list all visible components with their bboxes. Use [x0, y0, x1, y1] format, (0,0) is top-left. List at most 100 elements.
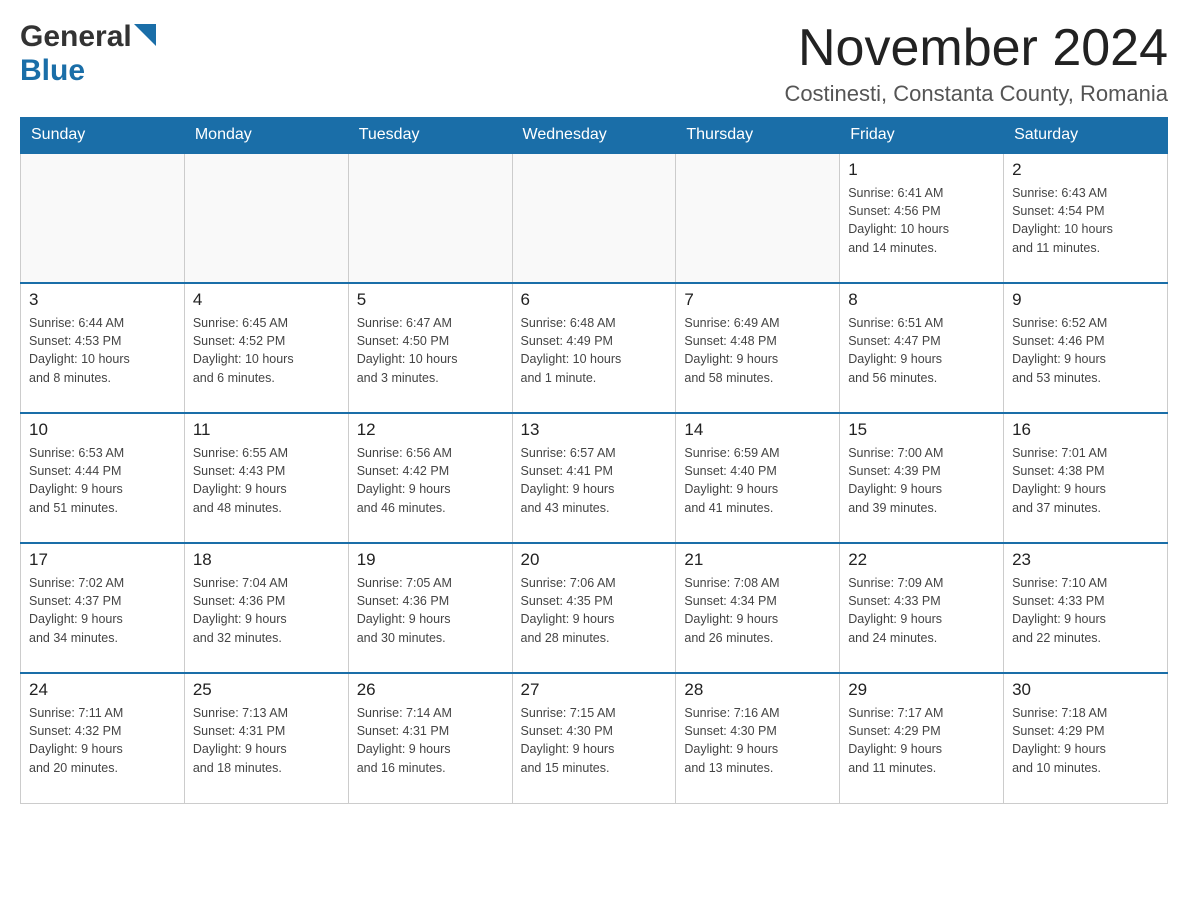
calendar-cell: 25Sunrise: 7:13 AMSunset: 4:31 PMDayligh…: [184, 673, 348, 803]
day-number: 19: [357, 550, 504, 570]
day-info: Sunrise: 7:08 AMSunset: 4:34 PMDaylight:…: [684, 574, 831, 647]
calendar-cell: 20 Sunrise: 7:06 AMSunset: 4:35 PMDayligh…: [512, 543, 676, 673]
calendar-cell: 26 Sunrise: 7:14 AMSunset: 4:31 PMDayligh…: [348, 673, 512, 803]
day-number: 20: [521, 550, 668, 570]
calendar-cell: 2 Sunrise: 6:43 AMSunset: 4:54 PMDaylight…: [1004, 153, 1168, 283]
day-info: Sunrise: 6:59 AMSunset: 4:40 PMDaylight:…: [684, 444, 831, 517]
calendar-cell: [184, 153, 348, 283]
day-number: 11: [193, 420, 340, 440]
calendar-cell: 10 Sunrise: 6:53 AMSunset: 4:44 PMDayligh…: [21, 413, 185, 543]
day-info: Sunrise: 6:52 AMSunset: 4:46 PMDaylight:…: [1012, 314, 1159, 387]
calendar-cell: 14 Sunrise: 6:59 AMSunset: 4:40 PMDayligh…: [676, 413, 840, 543]
calendar-cell: 11 Sunrise: 6:55 AMSunset: 4:43 PMDayligh…: [184, 413, 348, 543]
day-info: Sunrise: 6:56 AMSunset: 4:42 PMDaylight:…: [357, 444, 504, 517]
weekday-header-monday: Monday: [184, 118, 348, 154]
page-header: General Blue November 2024 Costinesti, C…: [20, 20, 1168, 107]
calendar-table: SundayMondayTuesdayWednesdayThursdayFrid…: [20, 117, 1168, 804]
day-info: Sunrise: 6:45 AMSunset: 4:52 PMDaylight:…: [193, 314, 340, 387]
day-number: 22: [848, 550, 995, 570]
day-number: 26: [357, 680, 504, 700]
calendar-cell: 19 Sunrise: 7:05 AMSunset: 4:36 PMDayligh…: [348, 543, 512, 673]
day-number: 8: [848, 290, 995, 310]
day-number: 14: [684, 420, 831, 440]
day-info: Sunrise: 7:00 AMSunset: 4:39 PMDaylight:…: [848, 444, 995, 517]
day-number: 10: [29, 420, 176, 440]
calendar-cell: 24Sunrise: 7:11 AMSunset: 4:32 PMDayligh…: [21, 673, 185, 803]
calendar-week-2: 3 Sunrise: 6:44 AMSunset: 4:53 PMDaylight…: [21, 283, 1168, 413]
calendar-cell: [676, 153, 840, 283]
weekday-header-friday: Friday: [840, 118, 1004, 154]
calendar-body: 1Sunrise: 6:41 AMSunset: 4:56 PMDaylight…: [21, 153, 1168, 803]
day-info: Sunrise: 7:18 AMSunset: 4:29 PMDaylight:…: [1012, 704, 1159, 777]
calendar-cell: 15Sunrise: 7:00 AMSunset: 4:39 PMDayligh…: [840, 413, 1004, 543]
day-number: 24: [29, 680, 176, 700]
day-number: 16: [1012, 420, 1159, 440]
calendar-cell: [512, 153, 676, 283]
calendar-cell: 13 Sunrise: 6:57 AMSunset: 4:41 PMDayligh…: [512, 413, 676, 543]
day-number: 29: [848, 680, 995, 700]
calendar-cell: 7 Sunrise: 6:49 AMSunset: 4:48 PMDaylight…: [676, 283, 840, 413]
day-info: Sunrise: 7:16 AMSunset: 4:30 PMDaylight:…: [684, 704, 831, 777]
calendar-cell: 27Sunrise: 7:15 AMSunset: 4:30 PMDayligh…: [512, 673, 676, 803]
calendar-week-1: 1Sunrise: 6:41 AMSunset: 4:56 PMDaylight…: [21, 153, 1168, 283]
calendar-cell: 22Sunrise: 7:09 AMSunset: 4:33 PMDayligh…: [840, 543, 1004, 673]
day-info: Sunrise: 7:14 AMSunset: 4:31 PMDaylight:…: [357, 704, 504, 777]
day-number: 6: [521, 290, 668, 310]
weekday-header-tuesday: Tuesday: [348, 118, 512, 154]
calendar-cell: [21, 153, 185, 283]
calendar-week-5: 24Sunrise: 7:11 AMSunset: 4:32 PMDayligh…: [21, 673, 1168, 803]
day-number: 17: [29, 550, 176, 570]
day-number: 7: [684, 290, 831, 310]
day-number: 9: [1012, 290, 1159, 310]
day-info: Sunrise: 6:44 AMSunset: 4:53 PMDaylight:…: [29, 314, 176, 387]
calendar-cell: 30 Sunrise: 7:18 AMSunset: 4:29 PMDayligh…: [1004, 673, 1168, 803]
calendar-cell: 1Sunrise: 6:41 AMSunset: 4:56 PMDaylight…: [840, 153, 1004, 283]
day-number: 12: [357, 420, 504, 440]
day-info: Sunrise: 7:13 AMSunset: 4:31 PMDaylight:…: [193, 704, 340, 777]
day-info: Sunrise: 7:04 AMSunset: 4:36 PMDaylight:…: [193, 574, 340, 647]
day-number: 2: [1012, 160, 1159, 180]
day-number: 1: [848, 160, 995, 180]
calendar-cell: 4 Sunrise: 6:45 AMSunset: 4:52 PMDaylight…: [184, 283, 348, 413]
day-info: Sunrise: 7:05 AMSunset: 4:36 PMDaylight:…: [357, 574, 504, 647]
day-info: Sunrise: 7:02 AMSunset: 4:37 PMDaylight:…: [29, 574, 176, 647]
day-number: 4: [193, 290, 340, 310]
day-info: Sunrise: 7:17 AMSunset: 4:29 PMDaylight:…: [848, 704, 995, 777]
calendar-week-4: 17 Sunrise: 7:02 AMSunset: 4:37 PMDayligh…: [21, 543, 1168, 673]
weekday-header-sunday: Sunday: [21, 118, 185, 154]
calendar-cell: 9 Sunrise: 6:52 AMSunset: 4:46 PMDaylight…: [1004, 283, 1168, 413]
calendar-cell: 17 Sunrise: 7:02 AMSunset: 4:37 PMDayligh…: [21, 543, 185, 673]
day-info: Sunrise: 6:55 AMSunset: 4:43 PMDaylight:…: [193, 444, 340, 517]
day-info: Sunrise: 6:43 AMSunset: 4:54 PMDaylight:…: [1012, 184, 1159, 257]
calendar-cell: 21 Sunrise: 7:08 AMSunset: 4:34 PMDayligh…: [676, 543, 840, 673]
calendar-cell: 23Sunrise: 7:10 AMSunset: 4:33 PMDayligh…: [1004, 543, 1168, 673]
calendar-cell: 3 Sunrise: 6:44 AMSunset: 4:53 PMDaylight…: [21, 283, 185, 413]
calendar-cell: 29 Sunrise: 7:17 AMSunset: 4:29 PMDayligh…: [840, 673, 1004, 803]
day-number: 23: [1012, 550, 1159, 570]
calendar-cell: 18 Sunrise: 7:04 AMSunset: 4:36 PMDayligh…: [184, 543, 348, 673]
day-number: 13: [521, 420, 668, 440]
weekday-header-wednesday: Wednesday: [512, 118, 676, 154]
day-number: 28: [684, 680, 831, 700]
day-info: Sunrise: 6:47 AMSunset: 4:50 PMDaylight:…: [357, 314, 504, 387]
day-number: 3: [29, 290, 176, 310]
weekday-header-row: SundayMondayTuesdayWednesdayThursdayFrid…: [21, 118, 1168, 154]
day-info: Sunrise: 7:06 AMSunset: 4:35 PMDaylight:…: [521, 574, 668, 647]
day-info: Sunrise: 7:01 AMSunset: 4:38 PMDaylight:…: [1012, 444, 1159, 517]
weekday-header-thursday: Thursday: [676, 118, 840, 154]
calendar-cell: 12 Sunrise: 6:56 AMSunset: 4:42 PMDayligh…: [348, 413, 512, 543]
day-number: 30: [1012, 680, 1159, 700]
day-info: Sunrise: 6:57 AMSunset: 4:41 PMDaylight:…: [521, 444, 668, 517]
month-title: November 2024: [784, 20, 1168, 77]
day-number: 5: [357, 290, 504, 310]
calendar-cell: 28 Sunrise: 7:16 AMSunset: 4:30 PMDayligh…: [676, 673, 840, 803]
day-info: Sunrise: 6:53 AMSunset: 4:44 PMDaylight:…: [29, 444, 176, 517]
day-info: Sunrise: 6:51 AMSunset: 4:47 PMDaylight:…: [848, 314, 995, 387]
calendar-cell: 8 Sunrise: 6:51 AMSunset: 4:47 PMDaylight…: [840, 283, 1004, 413]
day-number: 21: [684, 550, 831, 570]
day-number: 18: [193, 550, 340, 570]
calendar-cell: 6Sunrise: 6:48 AMSunset: 4:49 PMDaylight…: [512, 283, 676, 413]
logo-general: General: [20, 20, 132, 54]
day-number: 27: [521, 680, 668, 700]
day-info: Sunrise: 6:49 AMSunset: 4:48 PMDaylight:…: [684, 314, 831, 387]
